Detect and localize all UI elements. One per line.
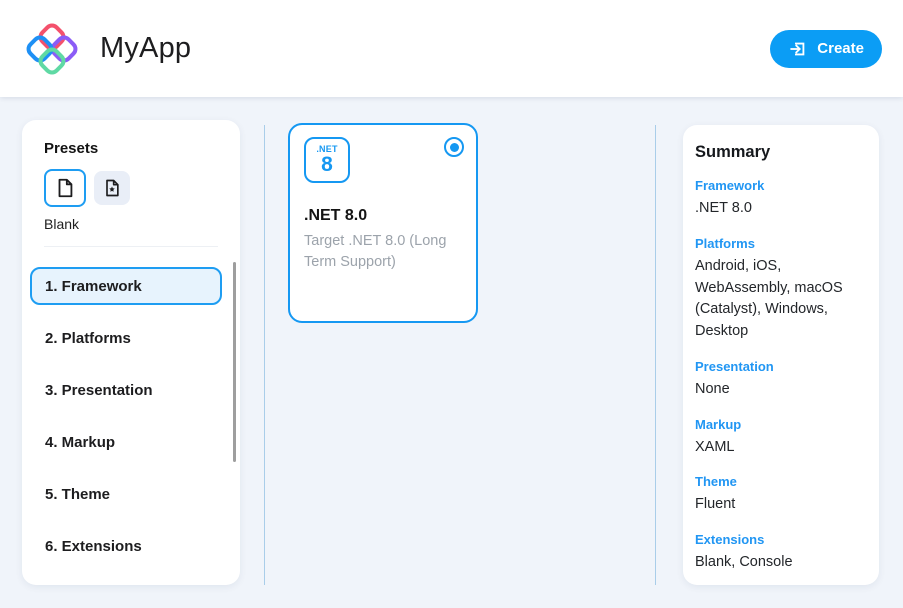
divider-sidebar-content: [264, 125, 265, 585]
wizard-sidebar: Presets Blank: [22, 120, 240, 585]
summary-section-extensions: Extensions Blank, Console: [695, 532, 865, 574]
blank-document-icon: [54, 177, 76, 199]
divider-content-summary: [655, 125, 656, 585]
page-title: MyApp: [100, 32, 191, 65]
enter-arrow-icon: [788, 39, 808, 59]
badge-number-text: 8: [321, 154, 333, 175]
radio-dot: [450, 143, 459, 152]
summary-label: Extensions: [695, 532, 865, 547]
summary-section-presentation: Presentation None: [695, 359, 865, 401]
presets-heading: Presets: [44, 140, 218, 157]
summary-value: None: [695, 379, 865, 401]
summary-section-theme: Theme Fluent: [695, 474, 865, 516]
summary-heading: Summary: [695, 143, 865, 162]
summary-section-framework: Framework .NET 8.0: [695, 178, 865, 220]
preset-blank-button[interactable]: [44, 169, 86, 207]
summary-label: Presentation: [695, 359, 865, 374]
preset-buttons-row: [44, 169, 218, 207]
framework-option-title: .NET 8.0: [304, 207, 462, 225]
create-button[interactable]: Create: [770, 30, 882, 68]
summary-label: Platforms: [695, 236, 865, 251]
starred-document-icon: [102, 178, 122, 198]
summary-section-markup: Markup XAML: [695, 417, 865, 459]
preset-selected-label: Blank: [44, 216, 218, 232]
wizard-steps-list: 1. Framework 2. Platforms 3. Presentatio…: [22, 247, 240, 565]
step-platforms[interactable]: 2. Platforms: [30, 319, 222, 357]
step-markup[interactable]: 4. Markup: [30, 423, 222, 461]
framework-option-net8-card[interactable]: .NET 8 .NET 8.0 Target .NET 8.0 (Long Te…: [288, 123, 478, 323]
step-framework[interactable]: 1. Framework: [30, 267, 222, 305]
dotnet8-badge-icon: .NET 8: [304, 137, 350, 183]
step-extensions[interactable]: 6. Extensions: [30, 527, 222, 565]
framework-option-description: Target .NET 8.0 (Long Term Support): [304, 231, 456, 273]
create-button-label: Create: [817, 40, 864, 57]
summary-label: Framework: [695, 178, 865, 193]
summary-value: XAML: [695, 437, 865, 459]
summary-value: Blank, Console: [695, 552, 865, 574]
radio-selected-icon[interactable]: [444, 137, 464, 157]
summary-value: Android, iOS, WebAssembly, macOS (Cataly…: [695, 256, 865, 343]
summary-section-platforms: Platforms Android, iOS, WebAssembly, mac…: [695, 236, 865, 343]
step-theme[interactable]: 5. Theme: [30, 475, 222, 513]
summary-label: Theme: [695, 474, 865, 489]
app-logo-icon: [26, 23, 78, 75]
app-header: MyApp Create: [0, 0, 903, 97]
sidebar-scrollbar-thumb[interactable]: [233, 262, 236, 462]
step-presentation[interactable]: 3. Presentation: [30, 371, 222, 409]
preset-recommended-button[interactable]: [94, 171, 130, 205]
summary-value: .NET 8.0: [695, 198, 865, 220]
summary-label: Markup: [695, 417, 865, 432]
summary-value: Fluent: [695, 494, 865, 516]
summary-panel: Summary Framework .NET 8.0 Platforms And…: [683, 125, 879, 585]
